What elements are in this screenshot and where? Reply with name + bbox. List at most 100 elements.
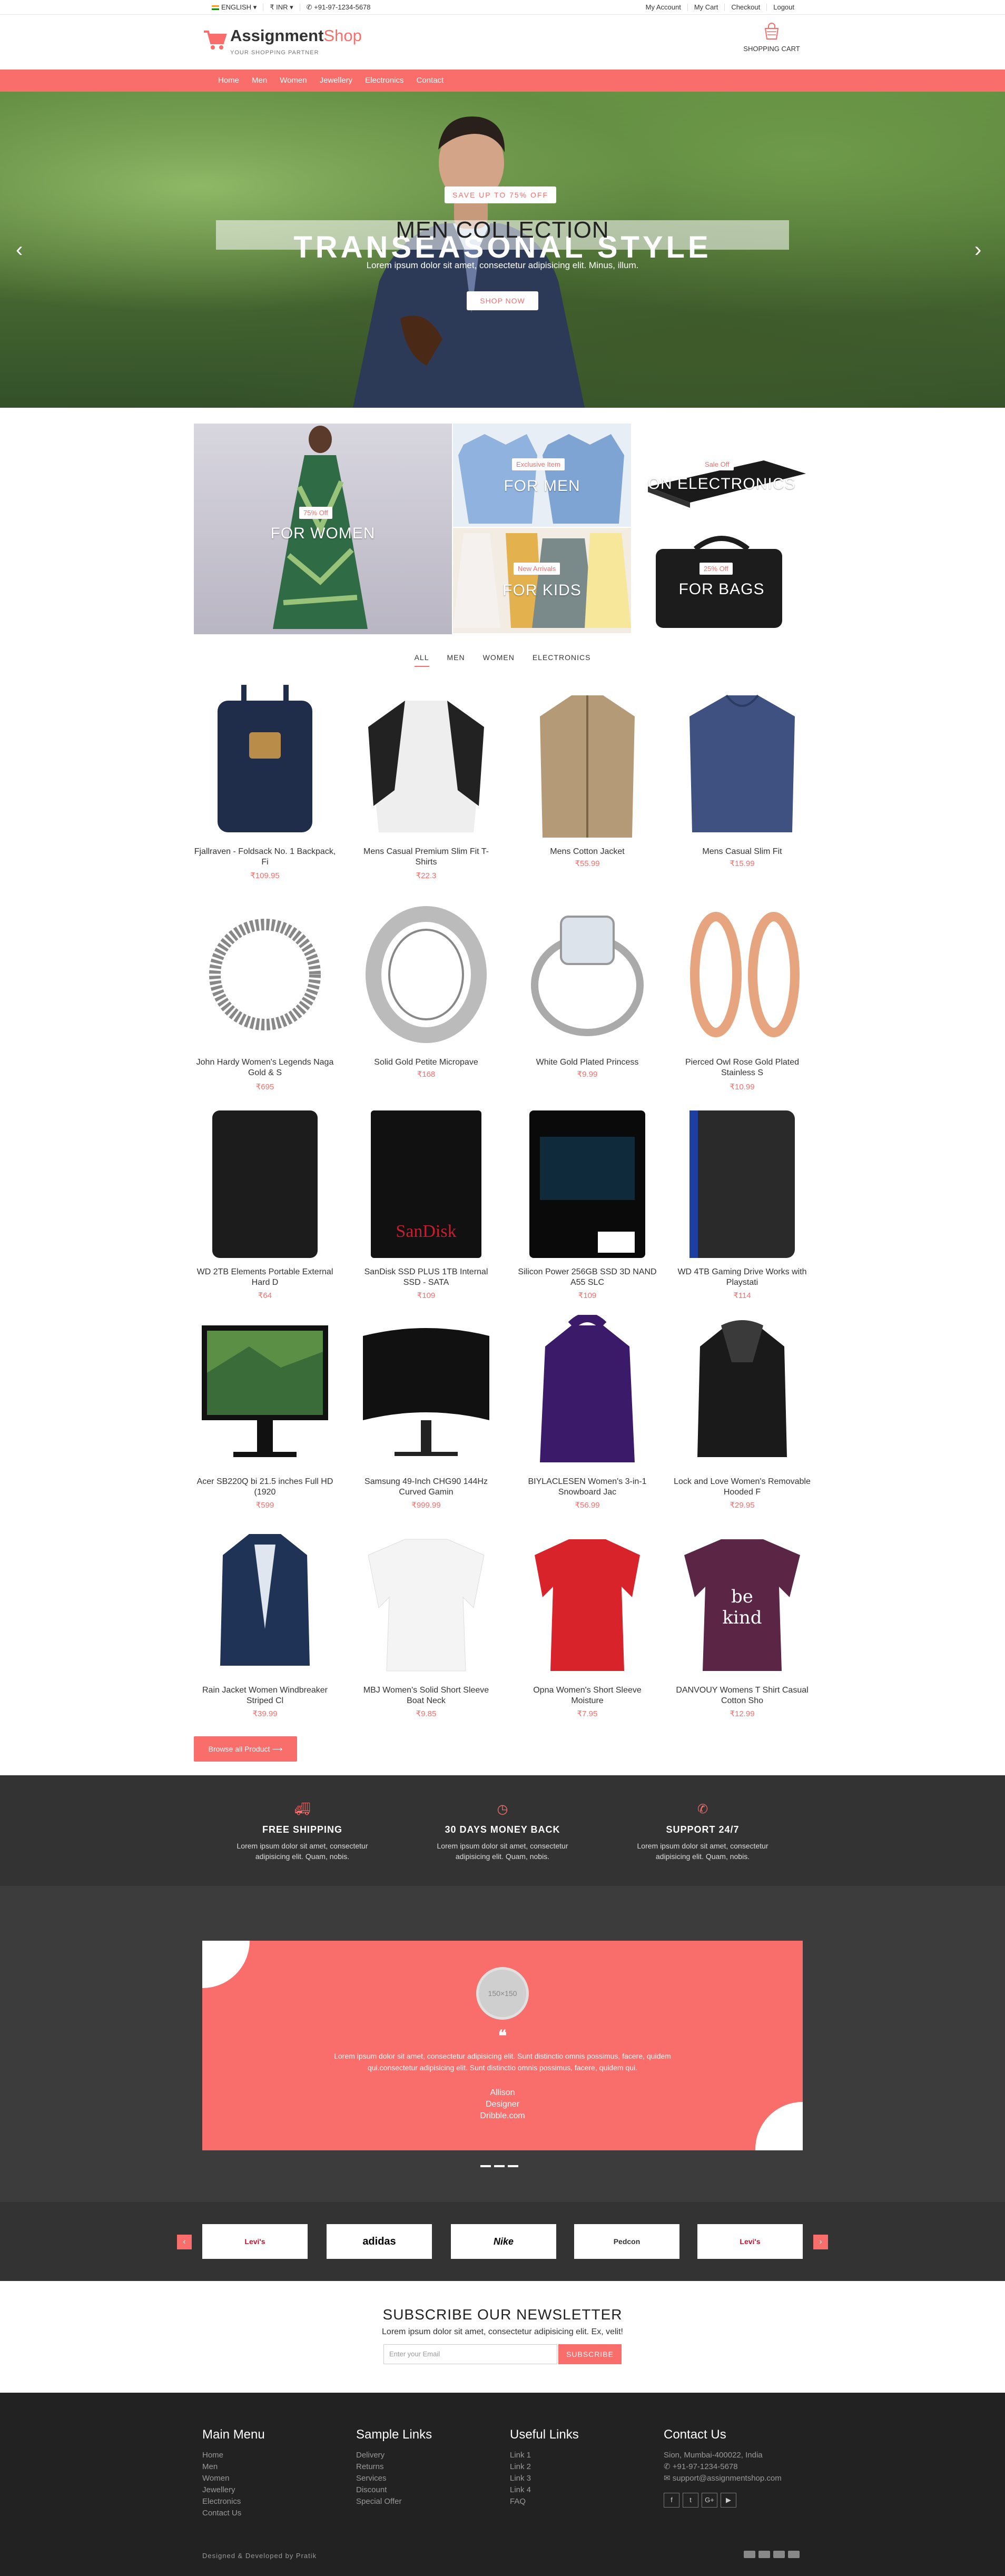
- product-name[interactable]: MBJ Women's Solid Short Sleeve Boat Neck: [355, 1685, 497, 1706]
- nav-contact[interactable]: Contact: [410, 70, 450, 92]
- footer-link[interactable]: Link 1: [510, 2450, 652, 2461]
- footer-link[interactable]: Link 4: [510, 2484, 652, 2496]
- slim-fit-image[interactable]: [674, 685, 811, 843]
- bracelet-image[interactable]: [196, 896, 333, 1054]
- product-name[interactable]: Mens Casual Slim Fit: [671, 847, 813, 857]
- indicator[interactable]: [508, 2165, 518, 2167]
- brand-logo[interactable]: Pedcon: [574, 2224, 679, 2259]
- indicator[interactable]: [494, 2165, 505, 2167]
- hooded-jacket-image[interactable]: [674, 1315, 811, 1473]
- product-name[interactable]: DANVOUY Womens T Shirt Casual Cotton Sho: [671, 1685, 813, 1706]
- earrings-image[interactable]: [674, 896, 811, 1054]
- product-name[interactable]: Samsung 49-Inch CHG90 144Hz Curved Gamin: [355, 1477, 497, 1498]
- footer-link[interactable]: Home: [202, 2450, 344, 2461]
- product-card[interactable]: Fjallraven - Foldsack No. 1 Backpack, Fi…: [194, 685, 336, 880]
- product-name[interactable]: SanDisk SSD PLUS 1TB Internal SSD - SATA: [355, 1267, 497, 1288]
- brands-next-arrow[interactable]: ›: [813, 2235, 828, 2249]
- product-card[interactable]: SanDisk SanDisk SSD PLUS 1TB Internal SSD…: [355, 1105, 497, 1300]
- moisture-tee-image[interactable]: [519, 1523, 656, 1682]
- footer-link[interactable]: Discount: [356, 2484, 498, 2496]
- tab-women[interactable]: WOMEN: [483, 653, 515, 667]
- backpack-image[interactable]: [196, 685, 333, 843]
- youtube-icon[interactable]: ▶: [721, 2493, 736, 2508]
- category-men[interactable]: Exclusive Item FOR MEN: [453, 424, 631, 527]
- logout-link[interactable]: Logout: [766, 4, 801, 11]
- nav-women[interactable]: Women: [273, 70, 313, 92]
- product-card[interactable]: Mens Casual Premium Slim Fit T-Shirts ₹22…: [355, 685, 497, 880]
- google-plus-icon[interactable]: G+: [702, 2493, 717, 2508]
- product-name[interactable]: John Hardy Women's Legends Naga Gold & S: [194, 1057, 336, 1078]
- brands-prev-arrow[interactable]: ‹: [177, 2235, 192, 2249]
- product-card[interactable]: Samsung 49-Inch CHG90 144Hz Curved Gamin…: [355, 1315, 497, 1510]
- rain-jacket-image[interactable]: [196, 1523, 333, 1682]
- product-card[interactable]: Solid Gold Petite Micropave ₹168: [355, 896, 497, 1090]
- footer-link[interactable]: FAQ: [510, 2496, 652, 2508]
- product-card[interactable]: Mens Cotton Jacket ₹55.99: [516, 685, 658, 880]
- nav-home[interactable]: Home: [212, 70, 245, 92]
- checkout-link[interactable]: Checkout: [724, 4, 766, 11]
- curved-monitor-image[interactable]: [358, 1315, 495, 1473]
- product-card[interactable]: Opna Women's Short Sleeve Moisture ₹7.95: [516, 1523, 658, 1718]
- boat-neck-image[interactable]: [358, 1523, 495, 1682]
- product-name[interactable]: Fjallraven - Foldsack No. 1 Backpack, Fi: [194, 847, 336, 868]
- princess-ring-image[interactable]: [519, 896, 656, 1054]
- nav-men[interactable]: Men: [245, 70, 273, 92]
- footer-link[interactable]: Contact Us: [202, 2508, 344, 2519]
- product-name[interactable]: Opna Women's Short Sleeve Moisture: [516, 1685, 658, 1706]
- product-card[interactable]: Mens Casual Slim Fit ₹15.99: [671, 685, 813, 880]
- product-card[interactable]: White Gold Plated Princess ₹9.99: [516, 896, 658, 1090]
- browse-all-button[interactable]: Browse all Product ⟶: [194, 1736, 297, 1762]
- category-women[interactable]: 75% Off FOR WOMEN: [194, 424, 452, 634]
- product-card[interactable]: John Hardy Women's Legends Naga Gold & S…: [194, 896, 336, 1092]
- product-card[interactable]: Pierced Owl Rose Gold Plated Stainless S…: [671, 896, 813, 1092]
- my-cart-link[interactable]: My Cart: [687, 4, 725, 11]
- product-card[interactable]: Rain Jacket Women Windbreaker Striped Cl…: [194, 1523, 336, 1718]
- footer-link[interactable]: Women: [202, 2473, 344, 2484]
- product-name[interactable]: Lock and Love Women's Removable Hooded F: [671, 1477, 813, 1498]
- category-bags[interactable]: 25% Off FOR BAGS: [632, 528, 811, 633]
- facebook-icon[interactable]: f: [664, 2493, 679, 2508]
- product-card[interactable]: Lock and Love Women's Removable Hooded F…: [671, 1315, 813, 1510]
- shopping-cart-button[interactable]: SHOPPING CART: [740, 22, 803, 53]
- hard-drive-image[interactable]: [196, 1105, 333, 1263]
- tab-men[interactable]: MEN: [447, 653, 465, 667]
- footer-link[interactable]: Jewellery: [202, 2484, 344, 2496]
- newsletter-email-input[interactable]: Enter your Email: [383, 2344, 557, 2364]
- product-name[interactable]: WD 2TB Elements Portable External Hard D: [194, 1267, 336, 1288]
- product-name[interactable]: BIYLACLESEN Women's 3-in-1 Snowboard Jac: [516, 1477, 658, 1498]
- product-card[interactable]: Acer SB220Q bi 21.5 inches Full HD (1920…: [194, 1315, 336, 1510]
- tab-all[interactable]: ALL: [414, 653, 429, 667]
- gaming-drive-image[interactable]: [674, 1105, 811, 1263]
- product-name[interactable]: Pierced Owl Rose Gold Plated Stainless S: [671, 1057, 813, 1078]
- brand-logo[interactable]: adidas: [327, 2224, 432, 2259]
- tshirt-image[interactable]: [358, 685, 495, 843]
- shop-now-button[interactable]: SHOP NOW: [467, 291, 538, 310]
- tab-electronics[interactable]: ELECTRONICS: [533, 653, 591, 667]
- product-name[interactable]: Rain Jacket Women Windbreaker Striped Cl: [194, 1685, 336, 1706]
- product-name[interactable]: Mens Cotton Jacket: [516, 847, 658, 857]
- footer-link[interactable]: Link 2: [510, 2461, 652, 2473]
- product-card[interactable]: WD 2TB Elements Portable External Hard D…: [194, 1105, 336, 1300]
- currency-selector[interactable]: ₹ INR ▾: [263, 4, 299, 11]
- ssd-image[interactable]: [519, 1105, 656, 1263]
- brand-logo[interactable]: Levi's: [697, 2224, 803, 2259]
- product-name[interactable]: Mens Casual Premium Slim Fit T-Shirts: [355, 847, 497, 868]
- jacket-image[interactable]: [519, 685, 656, 843]
- product-name[interactable]: Acer SB220Q bi 21.5 inches Full HD (1920: [194, 1477, 336, 1498]
- product-card[interactable]: BIYLACLESEN Women's 3-in-1 Snowboard Jac…: [516, 1315, 658, 1510]
- product-name[interactable]: White Gold Plated Princess: [516, 1057, 658, 1068]
- category-electronics[interactable]: Sale Off ON ELECTRONICS: [632, 424, 811, 527]
- contact-email[interactable]: support@assignmentshop.com: [673, 2474, 782, 2483]
- brand-logo[interactable]: Levi's: [202, 2224, 308, 2259]
- product-name[interactable]: WD 4TB Gaming Drive Works with Playstati: [671, 1267, 813, 1288]
- ssd-image[interactable]: SanDisk: [358, 1105, 495, 1263]
- brand-logo[interactable]: Nike: [451, 2224, 556, 2259]
- product-name[interactable]: Silicon Power 256GB SSD 3D NAND A55 SLC: [516, 1267, 658, 1288]
- footer-link[interactable]: Men: [202, 2461, 344, 2473]
- footer-link[interactable]: Link 3: [510, 2473, 652, 2484]
- footer-link[interactable]: Electronics: [202, 2496, 344, 2508]
- category-kids[interactable]: New Arrivals FOR KIDS: [453, 528, 631, 633]
- product-card[interactable]: WD 4TB Gaming Drive Works with Playstati…: [671, 1105, 813, 1300]
- language-selector[interactable]: ENGLISH ▾: [205, 4, 263, 11]
- kind-tshirt-image[interactable]: be kind: [674, 1523, 811, 1682]
